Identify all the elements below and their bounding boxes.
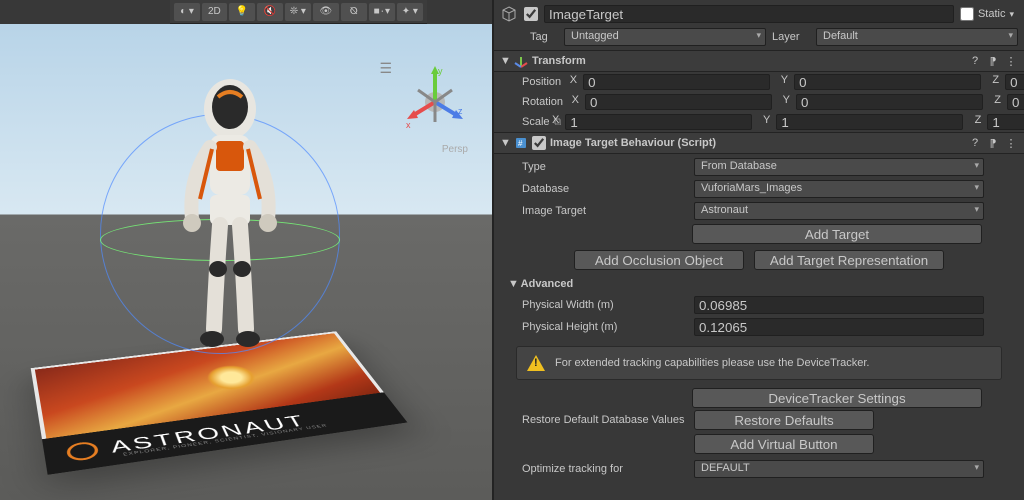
inspector-panel: Static ▾ Tag Untagged Layer Default ▼ Tr… bbox=[492, 0, 1024, 500]
database-dropdown[interactable]: VuforiaMars_Images bbox=[694, 180, 984, 198]
rotation-z[interactable] bbox=[1007, 94, 1024, 110]
static-checkbox[interactable] bbox=[960, 7, 974, 21]
physical-height-label: Physical Height (m) bbox=[522, 321, 688, 333]
preset-icon[interactable]: ⁋ bbox=[986, 137, 1000, 150]
scale-y[interactable] bbox=[776, 114, 963, 130]
physical-width-label: Physical Width (m) bbox=[522, 299, 688, 311]
physical-height-field[interactable] bbox=[694, 318, 984, 336]
itb-title: Image Target Behaviour (Script) bbox=[550, 137, 964, 149]
type-label: Type bbox=[522, 161, 688, 173]
help-icon[interactable]: ? bbox=[968, 55, 982, 67]
scene-menu-icon[interactable]: ☰ bbox=[379, 60, 392, 77]
scene-viewport[interactable]: ☰ y x z Persp bbox=[0, 24, 492, 500]
layer-dropdown[interactable]: Default bbox=[816, 28, 1018, 46]
visibility-toggle[interactable]: 👁 bbox=[313, 3, 339, 21]
scale-z[interactable] bbox=[987, 114, 1024, 130]
itb-component-header[interactable]: ▼ # Image Target Behaviour (Script) ? ⁋ … bbox=[494, 132, 1024, 154]
warning-icon bbox=[527, 355, 545, 371]
layer-label: Layer bbox=[772, 31, 810, 43]
audio-toggle[interactable]: 🔇 bbox=[257, 3, 283, 21]
help-icon[interactable]: ? bbox=[968, 137, 982, 149]
image-target-label: Image Target bbox=[522, 205, 688, 217]
fx-toggle[interactable]: ❊ ▾ bbox=[285, 3, 311, 21]
lighting-toggle[interactable]: 💡 bbox=[229, 3, 255, 21]
gizmos-dropdown[interactable]: ✦ ▾ bbox=[397, 3, 423, 21]
optimize-label: Optimize tracking for bbox=[522, 463, 688, 475]
component-menu-icon[interactable]: ⋮ bbox=[1004, 137, 1018, 150]
devicetracker-settings-button[interactable]: DeviceTracker Settings bbox=[692, 388, 982, 408]
gameobject-active-checkbox[interactable] bbox=[524, 7, 538, 21]
svg-text:y: y bbox=[438, 66, 443, 76]
warning-box: For extended tracking capabilities pleas… bbox=[516, 346, 1002, 380]
restore-defaults-button[interactable]: Restore Defaults bbox=[694, 410, 874, 430]
toggle-2d[interactable]: 2D bbox=[202, 3, 227, 21]
advanced-label: Advanced bbox=[521, 278, 574, 290]
svg-text:z: z bbox=[458, 106, 463, 116]
scene-view-panel: ◐ ▾ 2D 💡 🔇 ❊ ▾ 👁 ⦰ ■۰▾ ✦ ▾ ☰ y x bbox=[0, 0, 492, 500]
astronaut-model[interactable] bbox=[150, 69, 310, 389]
rotation-label: Rotation bbox=[522, 96, 563, 108]
preset-icon[interactable]: ⁋ bbox=[986, 55, 1000, 68]
svg-text:x: x bbox=[406, 120, 411, 130]
scale-label: Scale bbox=[522, 116, 550, 128]
add-virtual-button[interactable]: Add Virtual Button bbox=[694, 434, 874, 454]
component-enabled-checkbox[interactable] bbox=[532, 136, 546, 150]
add-occlusion-button[interactable]: Add Occlusion Object bbox=[574, 250, 744, 270]
image-target-dropdown[interactable]: Astronaut bbox=[694, 202, 984, 220]
camera-dropdown[interactable]: ■۰▾ bbox=[369, 3, 395, 21]
rotation-y[interactable] bbox=[796, 94, 983, 110]
restore-label: Restore Default Database Values bbox=[522, 414, 688, 426]
shading-mode-dropdown[interactable]: ◐ ▾ bbox=[174, 3, 200, 21]
transform-icon bbox=[514, 54, 528, 68]
scene-toolbar: ◐ ▾ 2D 💡 🔇 ❊ ▾ 👁 ⦰ ■۰▾ ✦ ▾ bbox=[170, 0, 427, 24]
fold-icon[interactable]: ▼ bbox=[500, 55, 510, 67]
static-label: Static bbox=[978, 8, 1006, 20]
database-label: Database bbox=[522, 183, 688, 195]
advanced-fold-icon[interactable]: ▼ bbox=[508, 278, 518, 290]
transform-component-header[interactable]: ▼ Transform ? ⁋ ⋮ bbox=[494, 50, 1024, 72]
hidden-toggle[interactable]: ⦰ bbox=[341, 3, 367, 21]
script-icon: # bbox=[514, 136, 528, 150]
static-dropdown-arrow[interactable]: ▾ bbox=[1009, 9, 1014, 20]
rotation-x[interactable] bbox=[585, 94, 772, 110]
projection-label[interactable]: Persp bbox=[442, 144, 468, 155]
add-representation-button[interactable]: Add Target Representation bbox=[754, 250, 944, 270]
orientation-gizmo[interactable]: y x z bbox=[400, 64, 470, 134]
physical-width-field[interactable] bbox=[694, 296, 984, 314]
add-target-button[interactable]: Add Target bbox=[692, 224, 982, 244]
type-dropdown[interactable]: From Database bbox=[694, 158, 984, 176]
gameobject-name-field[interactable] bbox=[544, 5, 954, 23]
transform-title: Transform bbox=[532, 55, 964, 67]
tag-label: Tag bbox=[530, 31, 558, 43]
gameobject-icon bbox=[500, 5, 518, 23]
position-z[interactable] bbox=[1005, 74, 1024, 90]
component-menu-icon[interactable]: ⋮ bbox=[1004, 55, 1018, 68]
tag-dropdown[interactable]: Untagged bbox=[564, 28, 766, 46]
optimize-dropdown[interactable]: DEFAULT bbox=[694, 460, 984, 478]
fold-icon[interactable]: ▼ bbox=[500, 137, 510, 149]
scale-x[interactable] bbox=[565, 114, 752, 130]
position-label: Position bbox=[522, 76, 561, 88]
warning-text: For extended tracking capabilities pleas… bbox=[555, 357, 869, 369]
svg-text:#: # bbox=[518, 139, 523, 148]
position-x[interactable] bbox=[583, 74, 770, 90]
position-y[interactable] bbox=[794, 74, 981, 90]
